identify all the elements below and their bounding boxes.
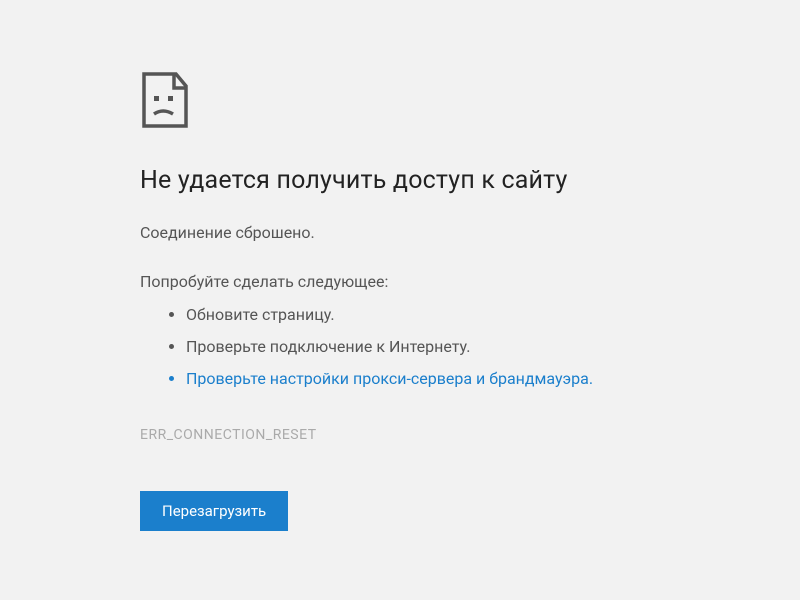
suggestion-check-internet: Проверьте подключение к Интернету. <box>186 335 720 359</box>
suggestions-heading: Попробуйте сделать следующее: <box>140 272 720 291</box>
sad-file-icon <box>140 70 720 130</box>
suggestion-check-proxy-firewall[interactable]: Проверьте настройки прокси-сервера и бра… <box>186 367 720 391</box>
error-code: ERR_CONNECTION_RESET <box>140 427 720 443</box>
reload-button[interactable]: Перезагрузить <box>140 491 288 531</box>
suggestion-refresh: Обновите страницу. <box>186 303 720 327</box>
error-page: Не удается получить доступ к сайту Соеди… <box>0 0 720 531</box>
suggestions-list: Обновите страницу. Проверьте подключение… <box>140 303 720 391</box>
error-heading: Не удается получить доступ к сайту <box>140 166 720 195</box>
error-subheading: Соединение сброшено. <box>140 223 720 242</box>
